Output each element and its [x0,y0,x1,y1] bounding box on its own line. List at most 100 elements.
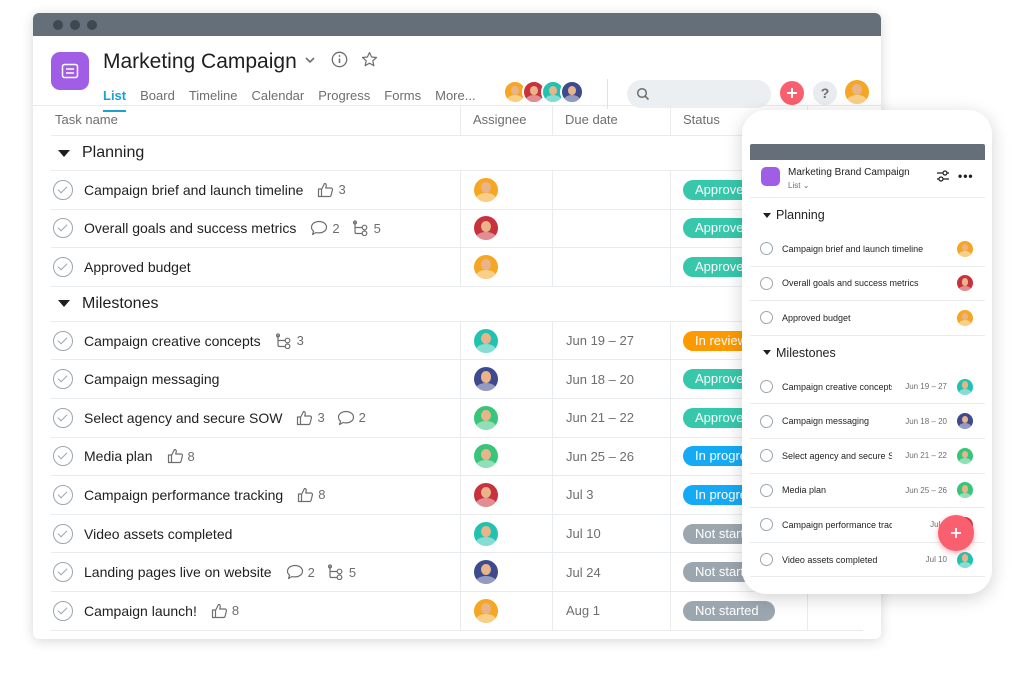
checkmark-icon[interactable] [760,311,773,325]
checkmark-icon[interactable] [53,562,73,583]
avatar[interactable] [957,378,973,395]
status-cell[interactable]: Not started [671,591,808,630]
due-date[interactable]: Jun 21 – 22 [553,398,671,437]
task-name[interactable]: Campaign launch! [84,603,197,619]
mobile-section-header[interactable]: Planning [750,198,985,232]
checkmark-icon[interactable] [53,256,73,277]
checkmark-icon[interactable] [760,518,773,532]
avatar[interactable] [474,444,498,469]
due-date[interactable] [553,171,671,209]
due-date[interactable] [553,209,671,248]
mobile-list-item[interactable]: Campaign brief and launch timeline [750,232,985,267]
avatar[interactable] [957,551,973,568]
caret-down-icon[interactable] [58,300,70,308]
task-name-cell[interactable]: Campaign performance tracking 8 [51,476,461,514]
window-minimize-dot[interactable] [70,19,80,30]
info-icon[interactable] [331,51,348,68]
task-name-cell[interactable]: Campaign creative concepts 3 [51,321,461,360]
caret-down-icon[interactable] [58,149,70,157]
chevron-down-icon[interactable] [303,53,317,67]
checkmark-icon[interactable] [760,276,773,290]
likes-count[interactable]: 8 [211,603,239,619]
checkmark-icon[interactable] [53,407,73,428]
table-row[interactable]: Campaign launch! 8 Aug 1 Not started [51,591,863,631]
tab-board[interactable]: Board [140,88,175,106]
task-name[interactable]: Campaign creative concepts [84,333,261,349]
due-date[interactable]: Jul 3 [553,476,671,514]
checkmark-icon[interactable] [760,242,773,256]
task-name-cell[interactable]: Campaign brief and launch timeline 3 [51,171,461,209]
search-input[interactable] [627,80,771,108]
task-name-cell[interactable]: Campaign messaging [51,360,461,398]
due-date[interactable] [553,248,671,286]
task-name[interactable]: Media plan [84,448,153,464]
window-close-dot[interactable] [53,19,63,30]
avatar[interactable] [474,254,498,279]
mobile-add-button[interactable] [938,515,974,551]
mobile-list-item[interactable]: Campaign messaging Jun 18 – 20 [750,404,985,439]
column-assignee[interactable]: Assignee [461,106,553,135]
mobile-view-selector[interactable]: List ⌄ [788,181,809,190]
task-name-cell[interactable]: Overall goals and success metrics 2 5 [51,209,461,248]
assignee-cell[interactable] [461,171,553,209]
assignee-cell[interactable] [461,398,553,437]
comments-count[interactable]: 2 [337,410,366,426]
checkmark-icon[interactable] [53,600,73,621]
mobile-list-item[interactable]: Select agency and secure SOW Jun 21 – 22 [750,439,985,474]
tab-list[interactable]: List [103,88,127,112]
more-icon[interactable]: ••• [958,169,974,183]
checkmark-icon[interactable] [760,380,773,394]
avatar[interactable] [957,413,973,430]
task-name[interactable]: Campaign brief and launch timeline [84,182,303,198]
mobile-section-header[interactable]: Milestones [750,336,985,370]
likes-count[interactable]: 3 [296,410,325,426]
task-name[interactable]: Campaign messaging [84,371,219,387]
task-name[interactable]: Campaign performance tracking [84,487,283,503]
status-badge[interactable]: Not started [683,600,775,621]
task-name[interactable]: Landing pages live on website [84,564,272,580]
checkmark-icon[interactable] [53,523,73,544]
column-task-name[interactable]: Task name [51,106,461,135]
task-name[interactable]: Video assets completed [84,526,232,542]
tab-forms[interactable]: Forms [384,88,421,106]
checkmark-icon[interactable] [53,446,73,467]
checkmark-icon[interactable] [53,218,73,239]
avatar[interactable] [474,560,498,585]
likes-count[interactable]: 3 [317,182,346,198]
due-date[interactable]: Aug 1 [553,591,671,630]
star-icon[interactable] [361,51,378,68]
mobile-list-item[interactable]: Approved budget [750,301,985,336]
avatar[interactable] [957,482,973,499]
checkmark-icon[interactable] [760,449,773,463]
avatar[interactable] [474,482,498,507]
task-name-cell[interactable]: Landing pages live on website 2 5 [51,553,461,591]
mobile-list-item[interactable]: Campaign creative concepts Jun 19 – 27 [750,370,985,405]
likes-count[interactable]: 8 [167,448,195,464]
task-name-cell[interactable]: Video assets completed [51,514,461,553]
comments-count[interactable]: 2 [286,564,315,580]
user-avatar[interactable] [845,80,869,104]
avatar[interactable] [560,80,584,104]
due-date[interactable]: Jul 24 [553,553,671,591]
assignee-cell[interactable] [461,248,553,286]
task-name-cell[interactable]: Media plan 8 [51,437,461,476]
task-name-cell[interactable]: Select agency and secure SOW 3 2 [51,398,461,437]
mobile-list-item[interactable]: Overall goals and success metrics [750,267,985,302]
caret-down-icon[interactable] [763,212,771,218]
assignee-cell[interactable] [461,514,553,553]
avatar[interactable] [957,240,973,257]
project-members[interactable] [503,80,584,104]
avatar[interactable] [474,216,498,241]
checkmark-icon[interactable] [53,369,73,390]
avatar[interactable] [957,275,973,292]
assignee-cell[interactable] [461,321,553,360]
window-maximize-dot[interactable] [87,19,97,30]
tab-calendar[interactable]: Calendar [251,88,304,106]
task-name-cell[interactable]: Approved budget [51,248,461,286]
column-due-date[interactable]: Due date [553,106,671,135]
avatar[interactable] [474,367,498,392]
filter-icon[interactable] [936,170,950,182]
subtasks-count[interactable]: 3 [275,332,304,349]
assignee-cell[interactable] [461,591,553,630]
help-button[interactable]: ? [813,81,837,105]
